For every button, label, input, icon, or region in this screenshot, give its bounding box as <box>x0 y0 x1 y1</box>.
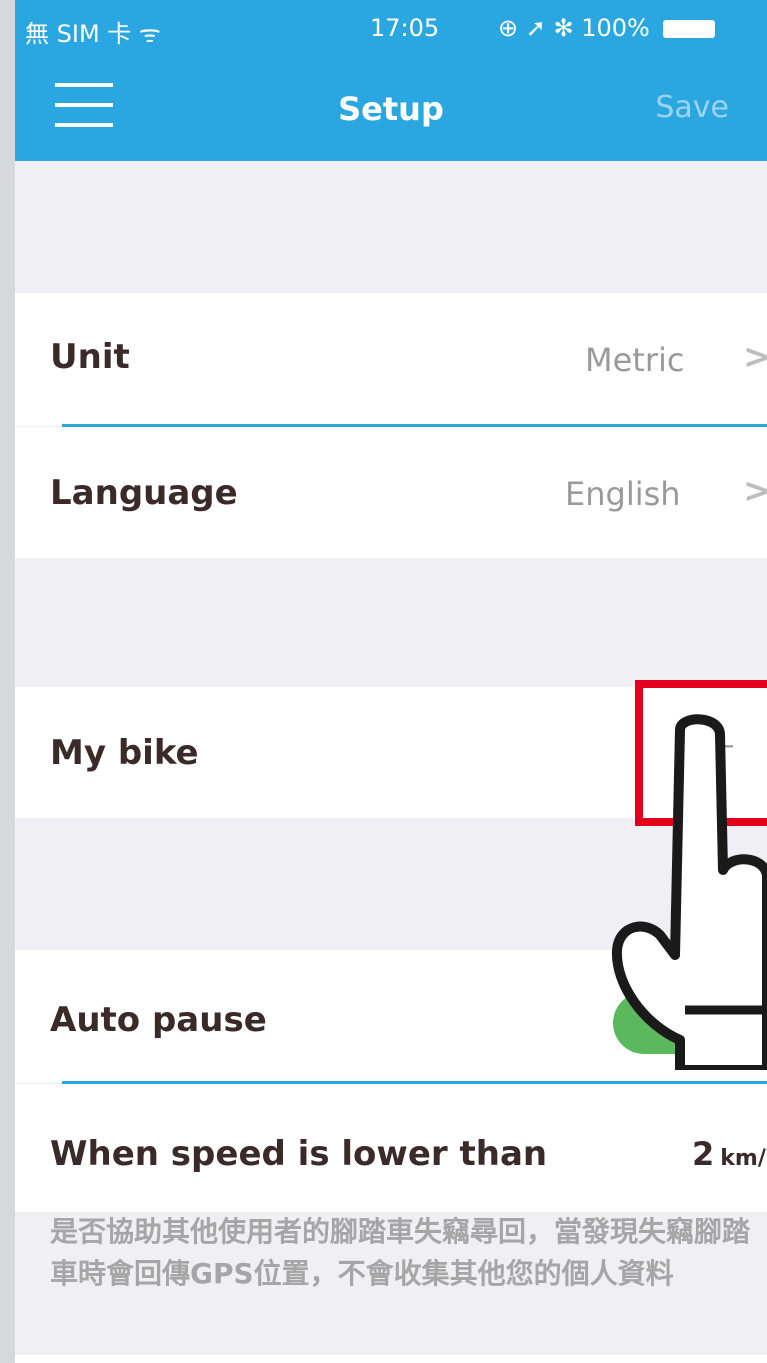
my-bike-label: My bike <box>50 733 199 773</box>
chevron-right-icon: > <box>743 337 767 377</box>
speed-number: 2 <box>692 1135 715 1173</box>
status-time: 17:05 <box>370 14 440 42</box>
language-label: Language <box>50 473 238 513</box>
speed-label: When speed is lower than <box>50 1134 548 1174</box>
speed-row[interactable]: When speed is lower than <box>15 1084 767 1212</box>
unit-row[interactable]: Unit Metric > <box>15 293 767 426</box>
theft-recovery-note: 是否協助其他使用者的腳踏車失竊尋回，當發現失竊腳踏車時會回傳GPS位置，不會收集… <box>50 1215 751 1290</box>
language-row[interactable]: Language English > <box>15 427 767 558</box>
carrier-label: 無 SIM 卡 ᯤ <box>25 20 161 48</box>
unit-label: Unit <box>50 337 130 377</box>
status-indicators: ⊕ ➚ ✻ 100% <box>498 14 716 42</box>
unit-value: Metric <box>585 341 685 379</box>
auto-pause-label: Auto pause <box>50 1000 267 1040</box>
page-title: Setup <box>338 90 444 128</box>
status-bar: 無 SIM 卡 ᯤ 17:05 ⊕ ➚ ✻ 100% <box>15 0 767 58</box>
status-right-text: ⊕ ➚ ✻ 100% <box>498 14 650 42</box>
speed-unit: km/h <box>720 1146 767 1171</box>
chevron-right-icon: > <box>743 471 767 511</box>
language-value: English <box>565 475 681 513</box>
setup-screen: 無 SIM 卡 ᯤ 17:05 ⊕ ➚ ✻ 100% Setup Save Un… <box>15 0 767 1363</box>
bottom-row-edge <box>15 1355 767 1363</box>
pointing-hand-icon <box>611 714 767 1070</box>
battery-icon <box>663 20 716 38</box>
speed-value[interactable]: 2km/h <box>692 1135 767 1173</box>
save-button[interactable]: Save <box>655 90 729 125</box>
nav-bar: Setup Save <box>15 58 767 161</box>
